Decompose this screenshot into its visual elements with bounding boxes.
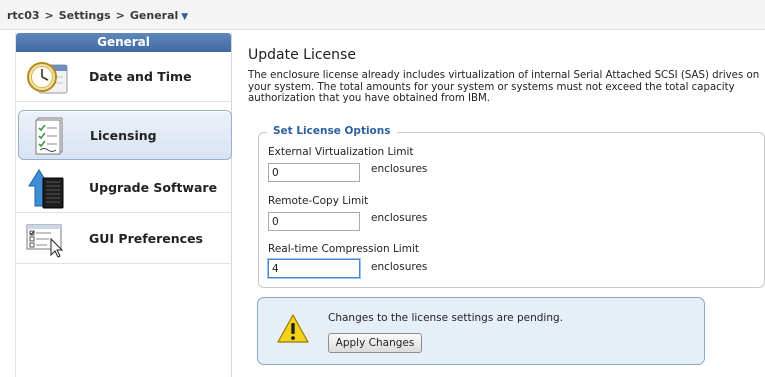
warning-icon [277, 314, 309, 343]
sidebar-item-label: Licensing [90, 127, 157, 143]
breadcrumb: rtc03 > Settings > General ▼ [0, 0, 765, 30]
sidebar-item-label: Upgrade Software [89, 180, 218, 195]
license-options-legend: Set License Options [267, 125, 397, 137]
sidebar-item-label: Date and Time [89, 69, 192, 84]
real-time-compression-label: Real-time Compression Limit [268, 243, 419, 255]
real-time-compression-input[interactable] [268, 259, 360, 278]
external-virtualization-unit: enclosures [371, 163, 428, 175]
license-description: The enclosure license already includes v… [248, 70, 760, 104]
pending-changes-alert: Changes to the license settings are pend… [257, 297, 705, 365]
breadcrumb-item-system[interactable]: rtc03 [7, 9, 40, 22]
gui-preferences-icon [26, 224, 64, 258]
apply-changes-button[interactable]: Apply Changes [328, 333, 422, 353]
remote-copy-input[interactable] [268, 212, 360, 231]
external-virtualization-input[interactable] [268, 163, 360, 182]
license-document-icon [35, 117, 63, 155]
sidebar-item-date-and-time[interactable]: Date and Time [16, 52, 232, 102]
license-options-group: Set License Options External Virtualizat… [258, 125, 765, 288]
settings-sidebar: General Date and Time Licensing Upgrade … [15, 33, 232, 377]
breadcrumb-item-settings[interactable]: Settings [59, 9, 111, 22]
remote-copy-unit: enclosures [371, 212, 428, 224]
sidebar-item-upgrade-software[interactable]: Upgrade Software [16, 163, 232, 213]
sidebar-item-label: GUI Preferences [89, 231, 204, 246]
page-title: Update License [248, 47, 356, 63]
license-panel: Update License The enclosure license alr… [248, 33, 765, 377]
sidebar-header: General [16, 33, 231, 52]
triangle-down-icon[interactable]: ▼ [181, 12, 188, 22]
upgrade-server-icon [28, 169, 64, 209]
breadcrumb-separator: > [44, 9, 54, 22]
external-virtualization-label: External Virtualization Limit [268, 146, 414, 158]
sidebar-item-gui-preferences[interactable]: GUI Preferences [16, 214, 232, 264]
clock-calendar-icon [27, 62, 68, 94]
breadcrumb-separator: > [115, 9, 125, 22]
alert-message: Changes to the license settings are pend… [328, 312, 563, 324]
remote-copy-label: Remote-Copy Limit [268, 195, 369, 207]
breadcrumb-item-general[interactable]: General [130, 9, 178, 22]
sidebar-item-licensing[interactable]: Licensing [18, 110, 232, 160]
real-time-compression-unit: enclosures [371, 261, 428, 273]
